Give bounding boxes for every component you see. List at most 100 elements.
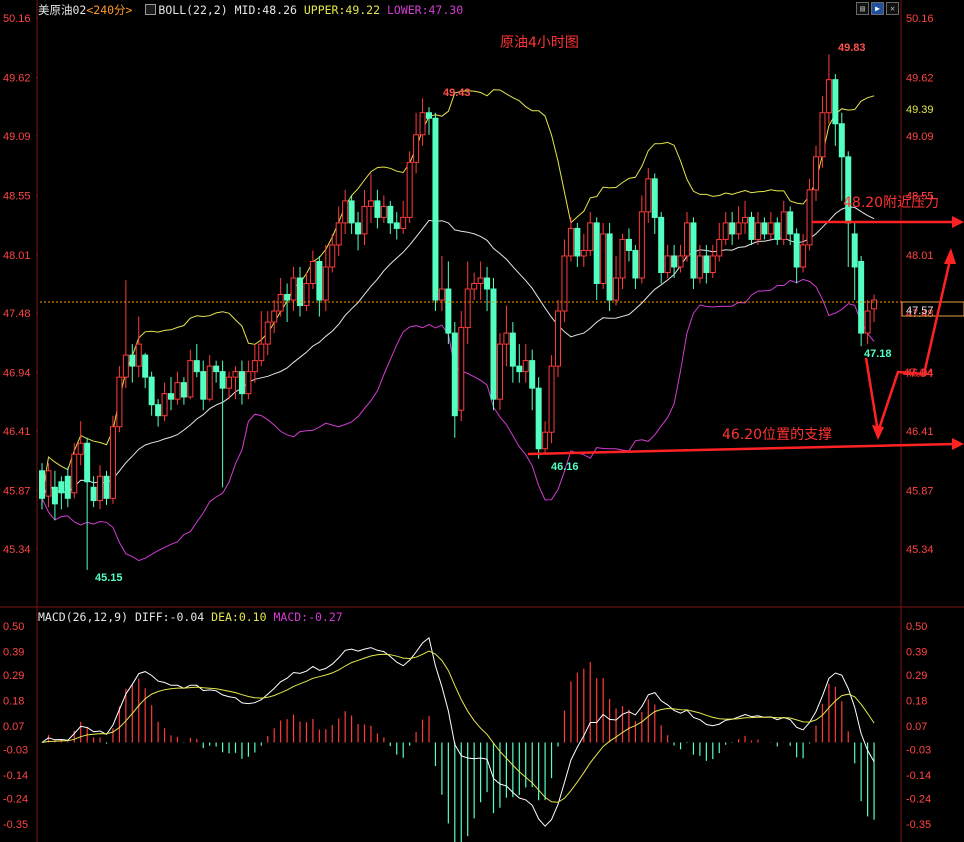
candle-body <box>380 205 387 218</box>
candle-body <box>451 332 458 417</box>
candle-body <box>193 360 200 373</box>
candle-body <box>555 310 561 367</box>
macd-value: MACD:-0.27 <box>273 610 343 624</box>
candle-body <box>297 277 303 307</box>
macd-tick-label: 0.29 <box>3 670 24 682</box>
candle-body <box>84 442 91 483</box>
candle-body <box>600 233 607 284</box>
candle-body <box>645 178 652 213</box>
dea-line <box>41 650 875 803</box>
price-tick-label: 45.34 <box>906 544 934 556</box>
candle-body <box>64 475 71 499</box>
candle-body <box>445 288 452 334</box>
support-line <box>527 442 956 456</box>
candle-body <box>355 222 362 235</box>
candle-body <box>613 277 620 301</box>
candle-body <box>484 277 491 290</box>
candle-body <box>232 371 239 378</box>
macd-diff: DIFF:-0.04 <box>134 610 205 624</box>
price-tick-label: 49.09 <box>906 131 934 143</box>
boll-mid: MID:48.26 <box>234 3 297 17</box>
candle-body <box>516 365 523 373</box>
candle-body <box>574 227 581 257</box>
candle-body <box>135 343 142 367</box>
candle-body <box>387 205 394 224</box>
macd-dea: DEA:0.10 <box>211 610 267 624</box>
candle-body <box>393 222 400 229</box>
candle-body <box>787 211 794 235</box>
candle-body <box>39 470 45 499</box>
candle-body <box>419 112 426 136</box>
candle-body <box>329 244 336 268</box>
candle-body <box>406 161 413 218</box>
candle-body <box>277 294 284 312</box>
macd-tick-label: 0.29 <box>906 670 927 682</box>
candle-body <box>651 178 658 218</box>
macd-tick-label: 0.07 <box>906 721 927 733</box>
boll-bands <box>41 89 875 562</box>
candle-body <box>361 205 368 235</box>
candle-body <box>677 255 684 268</box>
candle-body <box>871 299 878 310</box>
candle-body <box>180 382 187 398</box>
candle-body <box>735 222 742 235</box>
candle-body <box>593 222 600 284</box>
forecast-arrow-down <box>872 425 884 440</box>
price-tick-label: 49.62 <box>906 72 934 84</box>
candle-body <box>316 260 323 301</box>
candle-body <box>458 327 465 411</box>
price-tick-label: 48.55 <box>3 190 31 202</box>
candle-body <box>761 222 768 235</box>
close-icon[interactable]: ✕ <box>886 2 899 15</box>
oil-chart: 50.16 49.62 49.09 48.55 48.01 47.48 46.94 46.41… <box>0 0 964 842</box>
macd-tick-label: -0.03 <box>3 744 28 756</box>
candle-body <box>142 354 149 378</box>
candle-body <box>748 216 755 240</box>
candle-body <box>168 393 174 400</box>
candle-body <box>187 360 194 398</box>
candle-body <box>109 426 116 499</box>
candle-body <box>690 222 697 279</box>
candle-body <box>496 343 503 400</box>
candle-body <box>122 354 129 378</box>
macd-tick-label: 0.18 <box>906 696 927 708</box>
candle-body <box>793 233 800 268</box>
macd-tick-label: 0.50 <box>3 621 24 633</box>
candle-body <box>477 277 484 284</box>
macd-tick-label: -0.35 <box>906 819 931 831</box>
chart-icon[interactable]: ▶ <box>871 2 884 15</box>
macd-tick-label: 0.39 <box>906 647 927 659</box>
indicator-icon <box>145 4 157 15</box>
candle-body <box>851 233 858 268</box>
candle-body <box>845 156 852 224</box>
candle-body <box>367 200 374 207</box>
candle-body <box>580 249 587 257</box>
candle-body <box>464 288 471 329</box>
candle-body <box>632 249 639 279</box>
support-arrowhead <box>952 438 964 450</box>
candle-body <box>767 222 774 235</box>
forecast-arrow-up <box>944 248 956 264</box>
candle-body <box>226 376 233 389</box>
upper-band-label: 49.39 <box>906 104 934 116</box>
candle-body <box>742 216 749 224</box>
candle-body <box>522 360 529 373</box>
macd-tick-label: -0.03 <box>906 744 931 756</box>
candle-body <box>71 453 78 494</box>
price-tick-label: 46.41 <box>3 426 31 438</box>
candle-body <box>838 123 845 158</box>
candle-body <box>529 360 536 389</box>
price-tick-label: 45.87 <box>3 486 31 498</box>
candle-body <box>780 211 787 240</box>
price-tick-label: 47.48 <box>3 308 31 320</box>
symbol-label: 美原油02 <box>38 3 87 17</box>
panel-icon[interactable]: ▤ <box>856 2 869 15</box>
price-tick-label: 49.62 <box>3 72 31 84</box>
candle-body <box>116 376 123 428</box>
macd-name: MACD(26,12,9) <box>38 610 129 624</box>
candle-body <box>548 365 555 433</box>
macd-tick-label: -0.24 <box>906 793 931 805</box>
candle-body <box>471 283 478 290</box>
candle-body <box>542 431 549 450</box>
candle-body <box>97 475 104 502</box>
